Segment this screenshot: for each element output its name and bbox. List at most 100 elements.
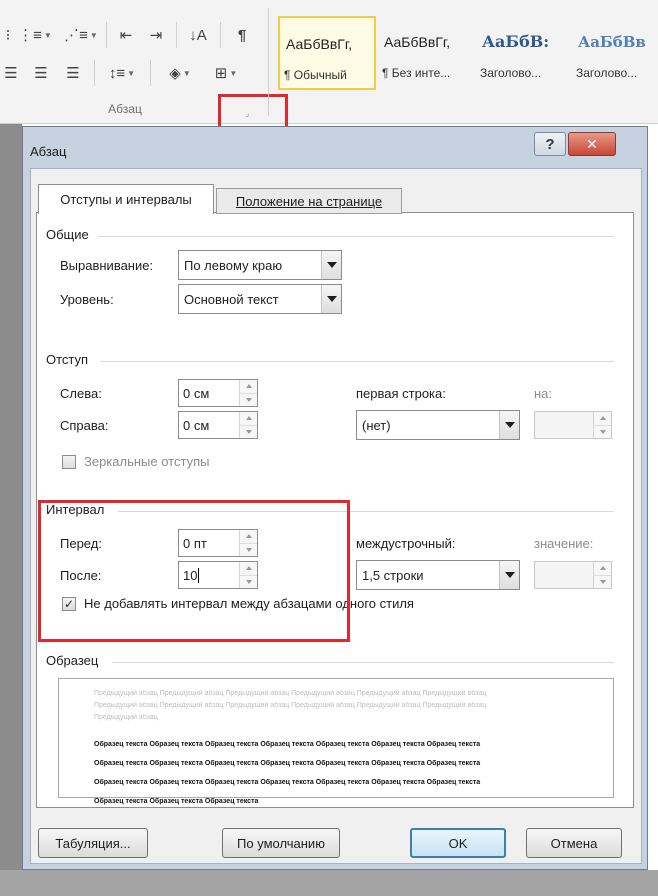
indent-right-label: Справа: bbox=[60, 418, 109, 433]
style-name: Заголово... bbox=[480, 66, 542, 80]
set-default-button[interactable]: По умолчанию bbox=[222, 828, 340, 858]
separator bbox=[220, 22, 221, 48]
spin-up-button[interactable] bbox=[594, 412, 611, 426]
line-spacing-label: междустрочный: bbox=[356, 536, 456, 551]
spin-up-button[interactable] bbox=[594, 562, 611, 576]
chevron-down-icon: ▼ bbox=[127, 68, 136, 78]
level-value: Основной текст bbox=[184, 291, 279, 307]
numbering-icon: ⋮≡ bbox=[18, 27, 42, 44]
cancel-button[interactable]: Отмена bbox=[526, 828, 622, 858]
section-divider bbox=[112, 662, 614, 663]
mirror-indents-label: Зеркальные отступы bbox=[84, 454, 210, 469]
shading-button[interactable]: ◈ ▼ bbox=[160, 62, 200, 84]
tabs-button[interactable]: Табуляция... bbox=[38, 828, 148, 858]
style-sample: АаБбВ: bbox=[482, 32, 550, 51]
arrow-up-icon bbox=[245, 416, 252, 421]
arrow-up-icon bbox=[599, 566, 606, 571]
spin-down-button[interactable] bbox=[240, 425, 257, 438]
dropdown-arrow bbox=[321, 285, 341, 313]
indent-by-value bbox=[535, 412, 593, 438]
chevron-down-icon bbox=[504, 422, 515, 428]
style-name: Заголово... bbox=[576, 66, 638, 80]
preview-sample-line: Образец текста Образец текста Образец те… bbox=[94, 798, 259, 805]
separator bbox=[176, 22, 177, 48]
indent-by-spinner[interactable] bbox=[534, 411, 612, 439]
style-sample: АаБбВвГг, bbox=[384, 34, 451, 50]
spin-up-button[interactable] bbox=[240, 412, 257, 426]
tab-label: Отступы и интервалы bbox=[60, 192, 192, 207]
bullets-icon[interactable]: ⁝ bbox=[0, 24, 16, 46]
arrow-up-icon bbox=[599, 416, 606, 421]
indent-right-value: 0 см bbox=[183, 417, 210, 433]
separator bbox=[106, 22, 107, 48]
spacing-highlight bbox=[38, 500, 350, 642]
spin-down-button[interactable] bbox=[240, 393, 257, 406]
show-marks-icon[interactable]: ¶ bbox=[230, 24, 254, 46]
style-item-heading-1[interactable]: АаБбВ: Заголово... bbox=[476, 16, 574, 90]
indent-right-spinner[interactable]: 0 см bbox=[178, 411, 258, 439]
align-center-icon[interactable]: ☰ bbox=[0, 62, 22, 84]
numbering-button[interactable]: ⋮≡ ▼ bbox=[18, 24, 52, 46]
sort-icon[interactable]: ↓A bbox=[184, 24, 212, 46]
line-spacing-select[interactable]: 1,5 строки bbox=[356, 560, 520, 590]
spin-up-button[interactable] bbox=[240, 380, 257, 394]
indent-left-spinner[interactable]: 0 см bbox=[178, 379, 258, 407]
line-spacing-icon: ↕≡ bbox=[108, 64, 126, 82]
borders-button[interactable]: ⊞ ▼ bbox=[206, 62, 246, 84]
chevron-down-icon bbox=[326, 262, 337, 268]
style-name: ¶ Без инте... bbox=[382, 66, 451, 80]
separator bbox=[94, 60, 95, 86]
section-title-preview: Образец bbox=[46, 653, 103, 668]
indent-left-value: 0 см bbox=[183, 385, 210, 401]
justify-icon[interactable]: ☰ bbox=[62, 62, 84, 84]
dropdown-arrow bbox=[321, 251, 341, 279]
style-item-normal[interactable]: АаБбВвГг, ¶ Обычный bbox=[278, 16, 376, 90]
close-button[interactable]: ✕ bbox=[568, 132, 616, 156]
align-right-icon[interactable]: ☰ bbox=[30, 62, 52, 84]
alignment-select[interactable]: По левому краю bbox=[178, 250, 342, 280]
section-divider bbox=[100, 361, 614, 362]
decrease-indent-icon[interactable]: ⇤ bbox=[114, 24, 138, 46]
line-spacing-button[interactable]: ↕≡ ▼ bbox=[104, 62, 140, 84]
arrow-up-icon bbox=[245, 384, 252, 389]
separator bbox=[150, 60, 151, 86]
spin-down-button[interactable] bbox=[594, 425, 611, 438]
preview-previous-line: Предыдущий абзац bbox=[94, 714, 158, 721]
indent-by-label: на: bbox=[534, 386, 553, 401]
increase-indent-icon[interactable]: ⇥ bbox=[144, 24, 168, 46]
spacing-at-spinner[interactable] bbox=[534, 561, 612, 589]
preview-sample-line: Образец текста Образец текста Образец те… bbox=[94, 779, 481, 786]
arrow-down-icon bbox=[245, 397, 252, 402]
dropdown-arrow bbox=[499, 561, 519, 589]
style-name: ¶ Обычный bbox=[284, 68, 347, 82]
style-sample: АаБбВвГг, bbox=[286, 36, 353, 52]
arrow-down-icon bbox=[599, 579, 606, 584]
chevron-down-icon bbox=[326, 296, 337, 302]
style-item-no-spacing[interactable]: АаБбВвГг, ¶ Без инте... bbox=[378, 16, 476, 90]
tab-line-page-breaks[interactable]: Положение на странице bbox=[216, 188, 402, 214]
paint-bucket-icon: ◈ bbox=[169, 65, 181, 82]
dropdown-arrow bbox=[499, 411, 519, 439]
section-divider bbox=[98, 236, 614, 237]
tab-label: Положение на странице bbox=[235, 193, 383, 209]
dialog-title: Абзац bbox=[30, 144, 67, 159]
first-line-label: первая строка: bbox=[356, 386, 446, 401]
first-line-select[interactable]: (нет) bbox=[356, 410, 520, 440]
mirror-indents-checkbox[interactable] bbox=[62, 455, 76, 469]
arrow-down-icon bbox=[599, 429, 606, 434]
style-item-heading-2[interactable]: АаБбВв Заголово... bbox=[572, 16, 658, 90]
help-button[interactable]: ? bbox=[534, 132, 566, 156]
preview-sample-line: Образец текста Образец текста Образец те… bbox=[94, 760, 481, 767]
tab-indents-spacing[interactable]: Отступы и интервалы bbox=[38, 184, 214, 214]
document-background bbox=[0, 124, 22, 896]
level-label: Уровень: bbox=[60, 292, 114, 307]
chevron-down-icon: ▼ bbox=[182, 68, 191, 78]
style-sample: АаБбВв bbox=[578, 33, 646, 51]
level-select[interactable]: Основной текст bbox=[178, 284, 342, 314]
group-separator bbox=[268, 8, 269, 116]
alignment-value: По левому краю bbox=[184, 257, 283, 273]
dialog-launcher-icon[interactable]: ⌟ bbox=[245, 108, 249, 119]
multilevel-list-button[interactable]: ⋰≡ ▼ bbox=[62, 24, 100, 46]
ok-button[interactable]: OK bbox=[410, 828, 506, 858]
spin-down-button[interactable] bbox=[594, 575, 611, 588]
